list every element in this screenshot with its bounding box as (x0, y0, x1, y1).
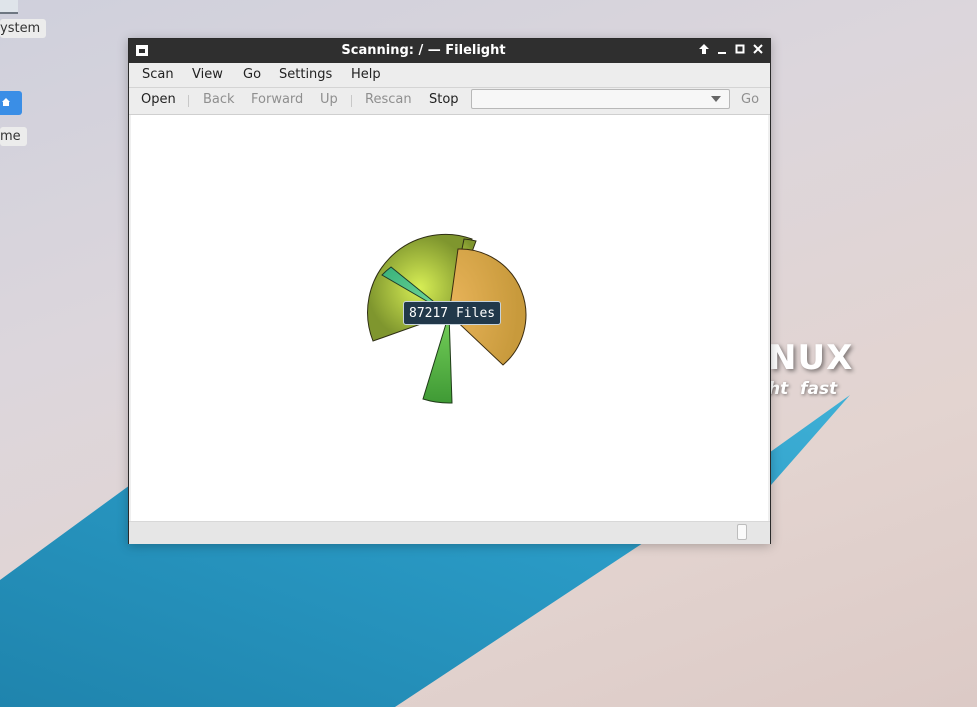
radial-map-view[interactable]: 87217 Files (131, 115, 768, 521)
back-button[interactable]: Back (203, 92, 235, 107)
up-button[interactable]: Up (320, 92, 338, 107)
menu-bar: Scan View Go Settings Help (129, 63, 770, 88)
menu-view[interactable]: View (192, 67, 223, 82)
minimize-icon[interactable] (714, 43, 730, 59)
status-bar (129, 521, 770, 544)
menu-help[interactable]: Help (351, 67, 381, 82)
title-bar[interactable]: Scanning: / — Filelight (129, 39, 770, 63)
forward-button[interactable]: Forward (251, 92, 303, 107)
wallpaper-logo-text: NUX (768, 338, 854, 378)
filelight-window: Scanning: / — Filelight Scan View Go Set… (128, 38, 771, 544)
menu-scan[interactable]: Scan (142, 67, 174, 82)
desktop-icon-label-home[interactable]: me (0, 127, 27, 146)
file-count-tooltip: 87217 Files (403, 301, 502, 325)
open-button[interactable]: Open (141, 92, 176, 107)
stop-button[interactable]: Stop (429, 92, 459, 107)
maximize-icon[interactable] (732, 43, 748, 59)
rescan-button[interactable]: Rescan (365, 92, 412, 107)
system-drive-icon[interactable] (0, 0, 18, 14)
menu-settings[interactable]: Settings (279, 67, 332, 82)
toolbar-separator (351, 95, 352, 107)
toolbar-separator (188, 95, 189, 107)
chevron-down-icon[interactable] (711, 96, 721, 102)
go-button[interactable]: Go (741, 92, 759, 107)
close-icon[interactable] (750, 43, 766, 59)
toolbar: Open Back Forward Up Rescan Stop Go (129, 88, 770, 115)
home-folder-icon[interactable] (0, 91, 22, 115)
keep-above-icon[interactable] (696, 43, 712, 59)
resize-grip-icon[interactable] (737, 524, 747, 540)
wallpaper-logo-subtext: ht fast (768, 379, 838, 399)
desktop-icon-label-system[interactable]: ystem (0, 19, 47, 38)
menu-go[interactable]: Go (243, 67, 261, 82)
path-combobox[interactable] (471, 89, 730, 109)
window-title: Scanning: / — Filelight (341, 43, 506, 58)
segment-green[interactable] (422, 313, 453, 404)
